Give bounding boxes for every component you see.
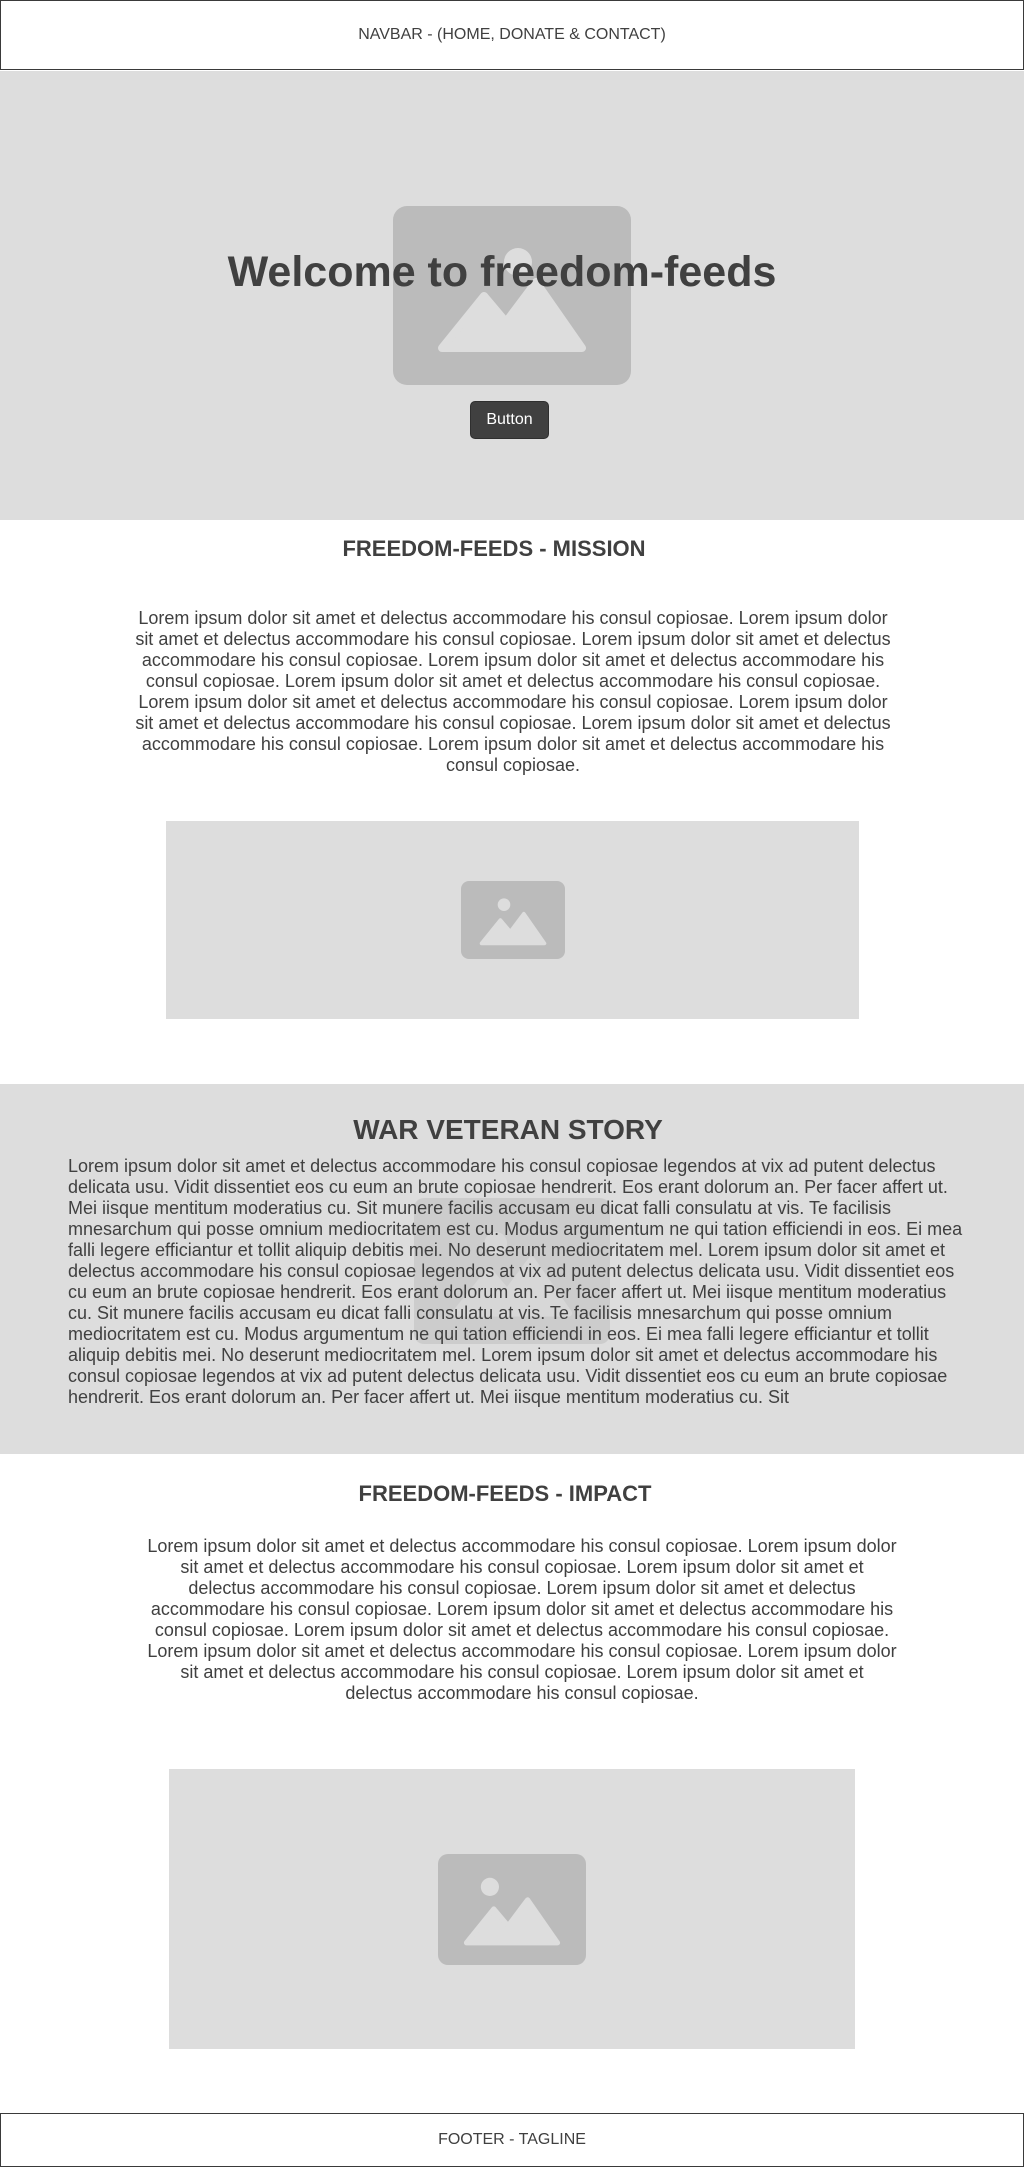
story-title: WAR VETERAN STORY xyxy=(353,1114,663,1145)
navbar-label[interactable]: NAVBAR - (HOME, DONATE & CONTACT) xyxy=(358,26,666,44)
image-placeholder-icon xyxy=(479,898,546,946)
impact-text: Lorem ipsum dolor sit amet et delectus a… xyxy=(147,1536,897,1703)
impact-image-placeholder xyxy=(438,1853,586,1965)
mission-image xyxy=(166,821,859,1019)
mission-title: FREEDOM-FEEDS - MISSION xyxy=(342,536,646,561)
navbar: NAVBAR - (HOME, DONATE & CONTACT) xyxy=(0,0,1024,70)
impact-image xyxy=(169,1769,855,2049)
image-placeholder-icon xyxy=(463,1877,561,1946)
mission-image-placeholder xyxy=(460,881,565,959)
story-text: Lorem ipsum dolor sit amet et delectus a… xyxy=(68,1156,963,1407)
footer: FOOTER - TAGLINE xyxy=(0,2113,1024,2167)
mission-text: Lorem ipsum dolor sit amet et delectus a… xyxy=(135,608,891,775)
impact-title: FREEDOM-FEEDS - IMPACT xyxy=(358,1481,652,1506)
hero-button[interactable]: Button xyxy=(470,401,549,439)
footer-tagline: FOOTER - TAGLINE xyxy=(438,2131,586,2148)
hero-title: Welcome to freedom-feeds xyxy=(227,248,777,296)
